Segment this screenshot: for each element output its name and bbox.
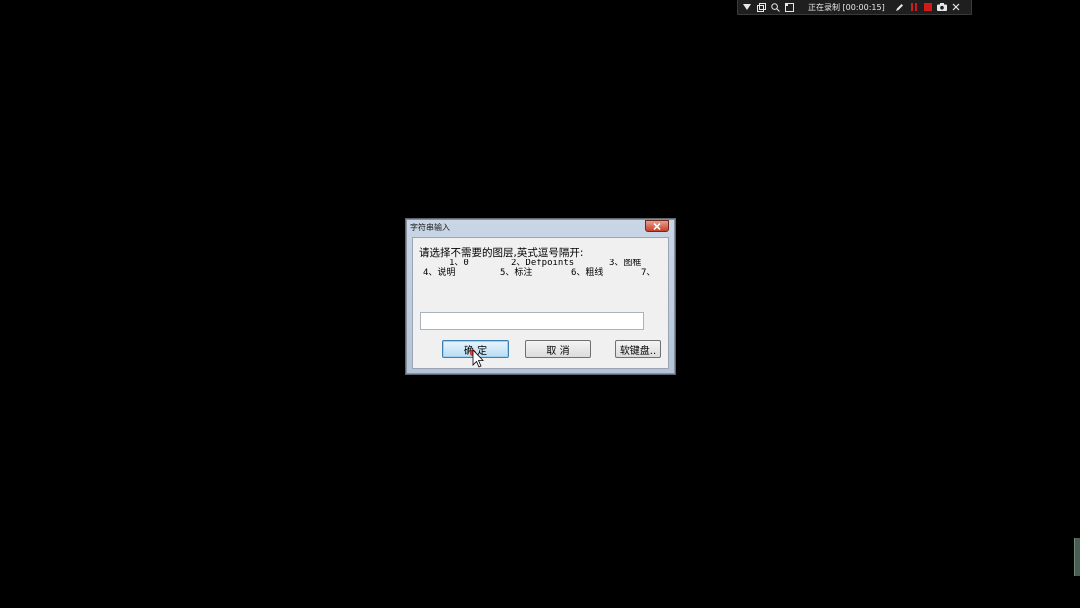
camera-icon[interactable]: [936, 2, 947, 12]
restore-icon[interactable]: [756, 2, 766, 12]
region-icon[interactable]: [784, 2, 794, 12]
recording-toolbar: 正在录制 [00:00:15]: [737, 0, 972, 15]
dropdown-icon[interactable]: [742, 2, 752, 12]
layer-item: 3、图框: [609, 259, 642, 268]
layer-item: 5、标注: [500, 268, 533, 278]
edge-widget: [1074, 538, 1080, 576]
soft-keyboard-button[interactable]: 软键盘..: [615, 340, 661, 358]
layer-row: 1、0 2、Defpoints 3、图框: [419, 259, 659, 269]
recording-status: 正在录制 [00:00:15]: [808, 2, 885, 12]
pen-icon[interactable]: [895, 2, 905, 12]
cancel-button[interactable]: 取 消: [525, 340, 591, 358]
dialog-title: 字符串输入: [410, 223, 450, 232]
close-icon: [653, 222, 661, 230]
layer-item: 7、: [641, 268, 656, 278]
stop-icon[interactable]: [923, 2, 933, 12]
layer-row: 4、说明 5、标注 6、粗线 7、: [419, 268, 659, 278]
layer-input-field[interactable]: [420, 312, 644, 330]
layer-item: 4、说明: [423, 268, 456, 278]
pause-icon[interactable]: [909, 2, 919, 12]
dialog-titlebar[interactable]: 字符串输入: [406, 219, 675, 236]
layer-list: 1、0 2、Defpoints 3、图框 4、说明 5、标注 6、粗线 7、: [419, 259, 659, 278]
layer-item: 6、粗线: [571, 268, 604, 278]
mouse-cursor-icon: [470, 349, 484, 368]
dialog-close-button[interactable]: [645, 220, 669, 232]
prompt-label: 请选择不需要的图层,英式逗号隔开:: [419, 247, 584, 259]
close-icon[interactable]: [951, 2, 961, 12]
zoom-icon[interactable]: [770, 2, 780, 12]
